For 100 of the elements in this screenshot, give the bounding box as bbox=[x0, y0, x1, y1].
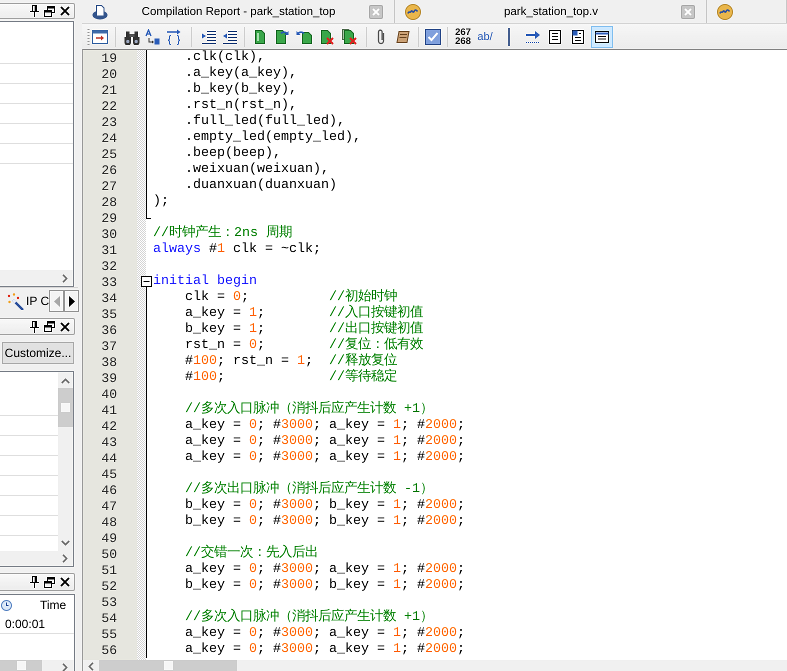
code-line: //多次入口脉冲（消抖后应产生计数 +1） bbox=[185, 610, 433, 626]
code-line: //时钟产生：2ns 周期 bbox=[153, 226, 292, 242]
page-undo-icon[interactable] bbox=[296, 28, 312, 44]
line-number: 52 bbox=[101, 579, 117, 594]
code-line: //多次出口脉冲（消抖后应产生计数 -1） bbox=[185, 482, 433, 498]
checkmark-icon[interactable] bbox=[424, 28, 440, 44]
pin-icon[interactable] bbox=[30, 576, 39, 588]
line-number: 47 bbox=[101, 499, 117, 514]
line-number: 27 bbox=[101, 179, 117, 194]
horizontal-scrollbar[interactable] bbox=[0, 660, 74, 671]
clock-icon bbox=[1, 600, 12, 610]
line-number: 41 bbox=[101, 403, 117, 418]
close-icon[interactable] bbox=[60, 577, 70, 587]
collapse-icon[interactable] bbox=[141, 276, 152, 287]
line-number: 26 bbox=[101, 163, 117, 178]
page-redo-icon[interactable] bbox=[273, 28, 289, 44]
outdent-icon[interactable] bbox=[222, 28, 238, 44]
vertical-scrollbar[interactable] bbox=[58, 372, 73, 551]
line-number: 56 bbox=[101, 643, 117, 658]
code-line: a_key = 0; #3000; a_key = 1; #2000; bbox=[185, 450, 465, 466]
code-line: .b_key(b_key), bbox=[185, 82, 297, 98]
pages-delete-icon[interactable] bbox=[341, 28, 357, 44]
code-line: clk = 0; //初始时钟 bbox=[185, 290, 397, 305]
grip-icon[interactable] bbox=[86, 28, 90, 46]
chevron-left-icon[interactable] bbox=[88, 662, 94, 671]
line-number: 48 bbox=[101, 515, 117, 530]
abbrev-button[interactable]: ab/ bbox=[477, 30, 493, 42]
line-number: 20 bbox=[101, 67, 117, 82]
line-number: 30 bbox=[101, 227, 117, 242]
code-line: b_key = 0; #3000; b_key = 1; #2000; bbox=[185, 498, 465, 514]
window-icon[interactable] bbox=[92, 28, 108, 44]
editor-tab[interactable]: park_station_top.v bbox=[395, 0, 707, 23]
line-number: 34 bbox=[101, 291, 117, 306]
restore-icon[interactable] bbox=[44, 576, 55, 588]
line-number: 50 bbox=[101, 547, 117, 562]
chevron-right-icon[interactable] bbox=[62, 663, 68, 671]
code-line: #100; rst_n = 1; //释放复位 bbox=[185, 354, 397, 369]
line-number: 23 bbox=[101, 115, 117, 130]
line-number: 37 bbox=[101, 339, 117, 354]
code-line: ); bbox=[153, 194, 169, 210]
line-number: 51 bbox=[101, 563, 117, 578]
line-numbers-button[interactable]: 267 268 bbox=[455, 26, 471, 46]
badge-icon bbox=[405, 4, 421, 20]
scroll-right-button[interactable] bbox=[64, 290, 80, 312]
braces-icon[interactable] bbox=[166, 28, 182, 44]
scrollbar-thumb[interactable] bbox=[58, 388, 73, 427]
chevron-down-icon[interactable] bbox=[61, 540, 70, 546]
line-number: 31 bbox=[101, 243, 117, 258]
pin-icon[interactable] bbox=[30, 320, 39, 332]
badge-icon bbox=[717, 4, 733, 20]
line-number: 28 bbox=[101, 195, 117, 210]
line-number: 45 bbox=[101, 467, 117, 482]
pin-icon[interactable] bbox=[30, 5, 39, 17]
document-corner-icon[interactable] bbox=[570, 28, 586, 44]
code-line: rst_n = 0; //复位：低有效 bbox=[185, 338, 423, 353]
document-list-icon[interactable] bbox=[591, 26, 613, 48]
panel-tab[interactable]: IP C bbox=[0, 289, 50, 313]
restore-icon[interactable] bbox=[44, 321, 55, 332]
magic-wand-icon bbox=[7, 292, 24, 310]
editor-tab[interactable]: Compilation Report - park_station_top bbox=[82, 0, 395, 23]
paperclip-icon[interactable] bbox=[376, 28, 386, 44]
line-number: 32 bbox=[101, 259, 117, 274]
horizontal-scrollbar[interactable] bbox=[0, 551, 73, 566]
code-line: .clk(clk), bbox=[185, 50, 265, 66]
chevron-up-icon[interactable] bbox=[61, 378, 70, 384]
column-header[interactable]: Time bbox=[40, 598, 66, 612]
restore-icon[interactable] bbox=[44, 6, 55, 16]
code-line: .empty_led(empty_led), bbox=[185, 130, 361, 146]
document-lines-icon[interactable] bbox=[546, 28, 562, 44]
chevron-right-icon[interactable] bbox=[62, 554, 68, 563]
binoculars-icon[interactable] bbox=[124, 28, 140, 44]
line-number: 53 bbox=[101, 595, 117, 610]
customize-button[interactable]: Customize... bbox=[2, 342, 74, 364]
replace-icon[interactable] bbox=[144, 28, 160, 44]
line-number: 38 bbox=[101, 355, 117, 370]
scroll-icon[interactable] bbox=[394, 28, 410, 44]
indent-icon[interactable] bbox=[200, 28, 216, 44]
table-cell: 0:00:01 bbox=[5, 617, 46, 631]
arrow-right-icon[interactable] bbox=[525, 28, 541, 44]
code-line: .weixuan(weixuan), bbox=[185, 162, 329, 178]
scrollbar-thumb[interactable] bbox=[0, 660, 42, 671]
chevron-right-icon[interactable] bbox=[62, 274, 68, 282]
code-line: b_key = 1; //出口按键初值 bbox=[185, 322, 423, 337]
code-line: //多次入口脉冲（消抖后应产生计数 +1） bbox=[185, 402, 433, 418]
code-line: .rst_n(rst_n), bbox=[185, 98, 297, 114]
line-number: 36 bbox=[101, 323, 117, 338]
line-number: 40 bbox=[101, 387, 117, 402]
close-icon[interactable] bbox=[60, 6, 70, 16]
code-line: b_key = 0; #3000; b_key = 1; #2000; bbox=[185, 514, 465, 530]
line-number: 46 bbox=[101, 483, 117, 498]
horizontal-scrollbar[interactable] bbox=[0, 270, 73, 286]
line-number: 44 bbox=[101, 451, 117, 466]
line-number: 21 bbox=[101, 83, 117, 98]
line-number: 19 bbox=[101, 51, 117, 66]
text-cursor-icon[interactable] bbox=[508, 28, 510, 46]
line-number: 49 bbox=[101, 531, 117, 546]
code-line: a_key = 0; #3000; a_key = 1; #2000; bbox=[185, 562, 465, 578]
line-number: 39 bbox=[101, 371, 117, 386]
close-icon[interactable] bbox=[60, 322, 70, 332]
scrollbar-thumb[interactable] bbox=[99, 660, 237, 671]
